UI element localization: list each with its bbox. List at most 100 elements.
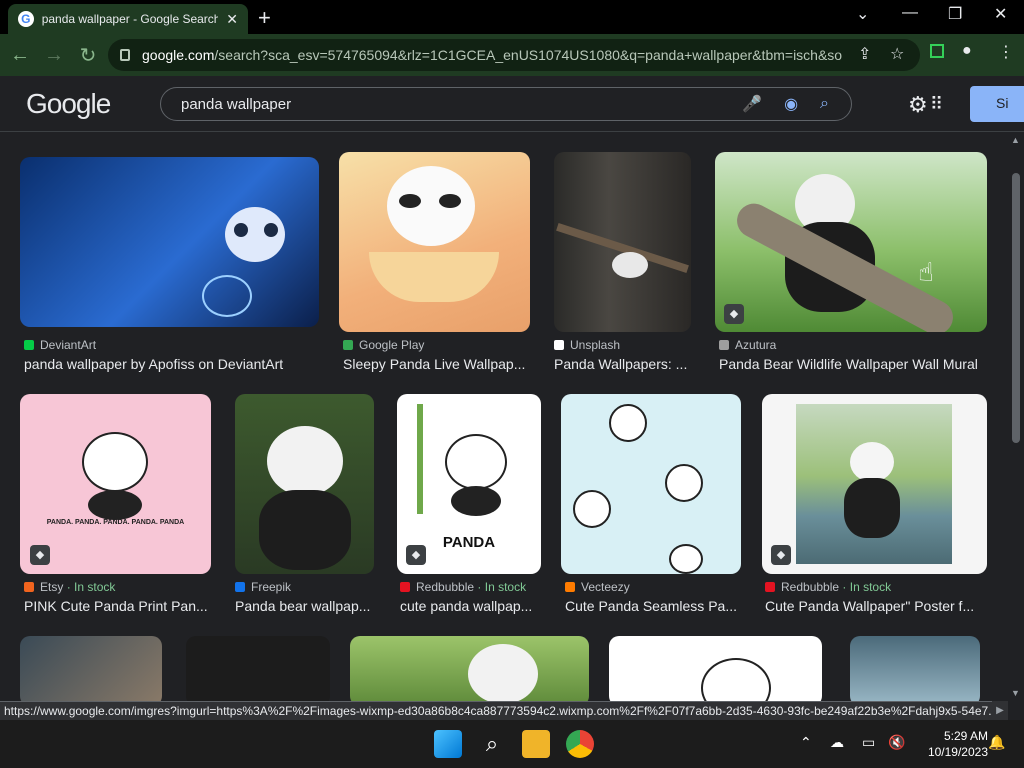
back-arrow-icon[interactable]: ← [6,44,34,67]
panda-head [665,464,703,502]
result-source: Vecteezy [565,580,630,594]
address-bar[interactable]: google.com/search?sca_esv=574765094&rlz=… [108,39,920,71]
scroll-down-icon[interactable]: ▼ [1011,688,1020,698]
taskbar-search-icon[interactable]: ⌕ [478,730,506,758]
shopping-tag-icon: ◆ [771,545,791,565]
result-source: Google Play [343,338,424,352]
result-image[interactable] [20,636,162,701]
panda-body [844,478,900,538]
close-window-button[interactable]: ✕ [994,4,1007,24]
volume-muted-icon[interactable]: 🔇 [888,734,905,751]
panda-head [609,404,647,442]
tab-strip: G panda wallpaper - Google Search ✕ + ⌄ … [0,0,1024,34]
taskbar-clock[interactable]: 5:29 AM 10/19/2023 [918,728,988,760]
menu-kebab-icon[interactable]: ⋮ [998,42,1014,62]
vertical-scrollbar[interactable]: ▲ ▼ [1008,133,1024,701]
lens-icon[interactable]: ◉ [784,94,798,114]
settings-gear-icon[interactable]: ⚙ [908,92,928,118]
result-image[interactable] [554,152,691,332]
start-icon[interactable] [434,730,462,758]
profile-icon[interactable]: ● [962,42,972,60]
pink-print-text: PANDA. PANDA. PANDA. PANDA. PANDA [46,519,185,526]
scroll-right-icon[interactable]: ▶ [992,701,1008,720]
panda-head [445,434,507,490]
result-source: Unsplash [554,338,620,352]
result-caption[interactable]: Cute Panda Wallpaper" Poster f... [765,598,987,614]
panda-head [669,544,703,574]
tab-title: panda wallpaper - Google Search [41,12,219,26]
result-image[interactable] [850,636,980,701]
panda-eye [264,223,278,237]
result-image[interactable] [186,636,330,701]
previous-row-remnant [0,133,1008,139]
result-caption[interactable]: Panda Bear Wildlife Wallpaper Wall Mural [719,356,987,372]
result-source: Freepik [235,580,291,594]
result-image[interactable] [350,636,589,701]
apps-grid-icon[interactable]: ⠿ [930,94,943,115]
teacup [369,252,499,302]
microphone-icon[interactable]: 🎤 [742,94,762,114]
minimize-button[interactable]: — [902,4,918,22]
result-caption[interactable]: Panda Wallpapers: ... [554,356,691,372]
result-caption[interactable]: cute panda wallpap... [400,598,541,614]
result-image[interactable] [339,152,530,332]
result-caption[interactable]: panda wallpaper by Apofiss on DeviantArt [24,356,319,372]
maximize-button[interactable]: ❐ [948,4,962,24]
sidebar-icon[interactable] [930,44,944,58]
search-box[interactable]: panda wallpaper 🎤 ◉ ⌕ [160,87,852,121]
result-source: DeviantArt [24,338,96,352]
onedrive-icon[interactable]: ☁ [830,734,844,751]
sign-in-button[interactable]: Si [970,86,1024,122]
image-results: DeviantArt panda wallpaper by Apofiss on… [0,133,1008,701]
tab-active[interactable]: G panda wallpaper - Google Search ✕ [8,4,248,34]
panda-body [451,486,501,516]
link-status-bar: https://www.google.com/imgres?imgurl=htt… [0,701,1008,720]
search-icon[interactable]: ⌕ [820,95,829,113]
panda-head [267,426,343,496]
display-icon[interactable]: ▭ [862,734,875,751]
result-caption[interactable]: PINK Cute Panda Print Pan... [24,598,211,614]
forward-arrow-icon[interactable]: → [40,44,68,67]
panda-eye [234,223,248,237]
vecteezy-icon [565,582,575,592]
panda-head [468,644,538,701]
panda-head [850,442,894,482]
google-header: Google panda wallpaper 🎤 ◉ ⌕ ⚙ ⠿ Si [0,76,1024,132]
file-explorer-icon[interactable] [522,730,550,758]
tab-search-icon[interactable]: ⌄ [856,4,869,24]
bookmark-star-icon[interactable]: ☆ [890,44,904,64]
panda-head [573,490,611,528]
azutura-icon [719,340,729,350]
unsplash-icon [554,340,564,350]
panda-body [88,490,142,520]
result-caption[interactable]: Cute Panda Seamless Pa... [565,598,741,614]
clock-date: 10/19/2023 [927,745,988,759]
result-image[interactable] [715,152,987,332]
reload-icon[interactable]: ↻ [74,43,102,68]
scroll-up-icon[interactable]: ▲ [1011,135,1020,145]
scrollbar-thumb[interactable] [1012,173,1020,443]
etsy-icon [24,582,34,592]
share-icon[interactable]: ⇪ [858,44,871,64]
result-caption[interactable]: Sleepy Panda Live Wallpap... [343,356,530,372]
google-logo[interactable]: Google [26,88,111,120]
result-source: Etsy · In stock [24,580,115,594]
panda-eye [399,194,421,208]
result-caption[interactable]: Panda bear wallpap... [235,598,374,614]
tray-chevron-icon[interactable]: ⌃ [800,734,812,751]
result-image[interactable] [561,394,741,574]
chrome-icon[interactable] [566,730,594,758]
panda-eye [439,194,461,208]
result-image[interactable] [235,394,374,574]
shopping-tag-icon: ◆ [30,545,50,565]
result-image[interactable] [20,157,319,327]
tab-close-icon[interactable]: ✕ [226,11,238,28]
result-image[interactable] [609,636,822,701]
search-input[interactable]: panda wallpaper [181,96,742,113]
bubble [202,275,252,317]
result-image[interactable] [762,394,987,574]
notification-bell-icon[interactable]: 🔔 [988,734,1005,751]
new-tab-button[interactable]: + [258,5,271,31]
panda-head [82,432,148,492]
panda-body [259,490,351,570]
